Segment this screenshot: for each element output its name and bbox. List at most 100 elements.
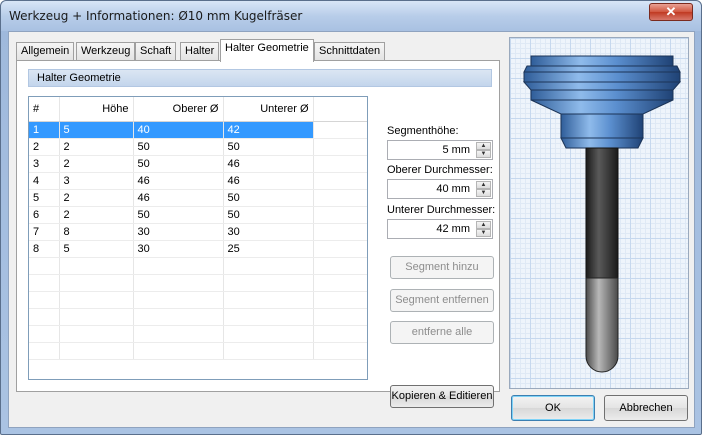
ok-button[interactable]: OK <box>511 395 595 421</box>
cell-height <box>59 342 134 360</box>
cell-upper-diameter[interactable]: 50 <box>133 138 224 156</box>
cell-index[interactable]: 8 <box>29 240 60 258</box>
lower-diameter-value[interactable]: 42 mm <box>436 223 470 235</box>
cell-lower-diameter[interactable]: 30 <box>223 223 314 241</box>
segment-height-stepper[interactable]: 5 mm ▲ ▼ <box>387 140 493 160</box>
tool-shank-shape <box>585 147 619 279</box>
upper-diameter-spin[interactable]: ▲ ▼ <box>476 181 491 197</box>
cell-index <box>29 325 60 343</box>
table-row[interactable]: 8 5 30 25 <box>29 240 367 258</box>
cell-height[interactable]: 8 <box>59 223 134 241</box>
cell-lower-diameter <box>223 308 314 326</box>
spin-down-icon[interactable]: ▼ <box>476 229 491 237</box>
copy-edit-button[interactable]: Kopieren & Editieren <box>390 385 494 408</box>
cell-index[interactable]: 4 <box>29 172 60 190</box>
table-row[interactable]: 4 3 46 46 <box>29 172 367 190</box>
cell-height[interactable]: 3 <box>59 172 134 190</box>
spin-down-icon[interactable]: ▼ <box>476 150 491 158</box>
cell-height[interactable]: 2 <box>59 155 134 173</box>
cell-lower-diameter[interactable]: 50 <box>223 189 314 207</box>
cell-empty[interactable] <box>313 121 367 139</box>
cell-empty <box>313 308 367 326</box>
cell-lower-diameter[interactable]: 50 <box>223 206 314 224</box>
cell-height[interactable]: 2 <box>59 206 134 224</box>
column-header-index[interactable]: # <box>29 97 60 122</box>
add-segment-button[interactable]: Segment hinzu <box>390 256 494 279</box>
cell-height[interactable]: 5 <box>59 240 134 258</box>
table-row[interactable]: 7 8 30 30 <box>29 223 367 241</box>
cell-empty[interactable] <box>313 172 367 190</box>
cell-index[interactable]: 2 <box>29 138 60 156</box>
spin-up-icon[interactable]: ▲ <box>476 142 491 150</box>
cell-lower-diameter[interactable]: 42 <box>223 121 314 139</box>
close-button[interactable]: ✕ <box>649 3 693 21</box>
tab-schaft[interactable]: Schaft <box>135 42 177 61</box>
table-row[interactable]: 2 2 50 50 <box>29 138 367 156</box>
title-bar[interactable]: Werkzeug + Informationen: Ø10 mm Kugelfr… <box>1 1 701 31</box>
group-header: Halter Geometrie <box>28 69 492 87</box>
tab-halter[interactable]: Halter <box>180 42 220 61</box>
cell-empty[interactable] <box>313 206 367 224</box>
cell-upper-diameter <box>133 257 224 275</box>
cell-index[interactable]: 6 <box>29 206 60 224</box>
segment-height-spin[interactable]: ▲ ▼ <box>476 142 491 158</box>
cell-upper-diameter[interactable]: 30 <box>133 223 224 241</box>
cell-index <box>29 291 60 309</box>
cancel-button[interactable]: Abbrechen <box>604 395 688 421</box>
column-header-upper-diameter[interactable]: Oberer Ø <box>133 97 224 122</box>
cell-upper-diameter[interactable]: 30 <box>133 240 224 258</box>
cell-index[interactable]: 1 <box>29 121 60 139</box>
upper-diameter-stepper[interactable]: 40 mm ▲ ▼ <box>387 179 493 199</box>
spin-down-icon[interactable]: ▼ <box>476 189 491 197</box>
cell-empty[interactable] <box>313 223 367 241</box>
cell-upper-diameter[interactable]: 40 <box>133 121 224 139</box>
tab-schnittdaten[interactable]: Schnittdaten <box>314 42 386 61</box>
cell-height[interactable]: 2 <box>59 138 134 156</box>
cell-empty[interactable] <box>313 155 367 173</box>
cell-lower-diameter[interactable]: 50 <box>223 138 314 156</box>
cell-height[interactable]: 2 <box>59 189 134 207</box>
segment-height-value[interactable]: 5 mm <box>443 144 471 156</box>
segment-grid[interactable]: # Höhe Oberer Ø Unterer Ø 1 5 40 42 2 2 50 50 3 2… <box>28 96 368 380</box>
cell-height[interactable]: 5 <box>59 121 134 139</box>
tool-preview-drawing <box>522 55 682 373</box>
table-row[interactable]: 1 5 40 42 <box>29 121 367 139</box>
column-header-height[interactable]: Höhe <box>59 97 134 122</box>
cell-upper-diameter[interactable]: 46 <box>133 172 224 190</box>
cell-index[interactable]: 3 <box>29 155 60 173</box>
tab-allgemein[interactable]: Allgemein <box>16 42 75 61</box>
spin-up-icon[interactable]: ▲ <box>476 181 491 189</box>
lower-diameter-spin[interactable]: ▲ ▼ <box>476 221 491 237</box>
cell-upper-diameter <box>133 274 224 292</box>
cell-upper-diameter[interactable]: 50 <box>133 155 224 173</box>
cell-lower-diameter[interactable]: 46 <box>223 172 314 190</box>
cell-height <box>59 308 134 326</box>
cell-upper-diameter[interactable]: 50 <box>133 206 224 224</box>
lower-diameter-stepper[interactable]: 42 mm ▲ ▼ <box>387 219 493 239</box>
remove-segment-button[interactable]: Segment entfernen <box>390 289 494 312</box>
column-header-lower-diameter[interactable]: Unterer Ø <box>223 97 314 122</box>
cell-upper-diameter[interactable]: 46 <box>133 189 224 207</box>
cell-index[interactable]: 7 <box>29 223 60 241</box>
table-row[interactable]: 6 2 50 50 <box>29 206 367 224</box>
tool-holder-shape <box>522 55 682 149</box>
cell-upper-diameter <box>133 325 224 343</box>
column-header-empty <box>313 97 367 122</box>
spin-up-icon[interactable]: ▲ <box>476 221 491 229</box>
cell-lower-diameter[interactable]: 25 <box>223 240 314 258</box>
table-row-empty <box>29 342 367 360</box>
cell-index[interactable]: 5 <box>29 189 60 207</box>
remove-all-button[interactable]: entferne alle <box>390 321 494 344</box>
cell-lower-diameter[interactable]: 46 <box>223 155 314 173</box>
table-row[interactable]: 3 2 50 46 <box>29 155 367 173</box>
cell-empty[interactable] <box>313 240 367 258</box>
tab-werkzeug[interactable]: Werkzeug <box>76 42 136 61</box>
cell-height <box>59 257 134 275</box>
tab-panel-halter-geometrie: Halter Geometrie # Höhe Oberer Ø Unterer… <box>16 60 500 408</box>
upper-diameter-value[interactable]: 40 mm <box>436 183 470 195</box>
tab-halter-geometrie[interactable]: Halter Geometrie <box>220 39 314 62</box>
cell-empty[interactable] <box>313 138 367 156</box>
table-row-empty <box>29 325 367 343</box>
cell-empty[interactable] <box>313 189 367 207</box>
table-row[interactable]: 5 2 46 50 <box>29 189 367 207</box>
